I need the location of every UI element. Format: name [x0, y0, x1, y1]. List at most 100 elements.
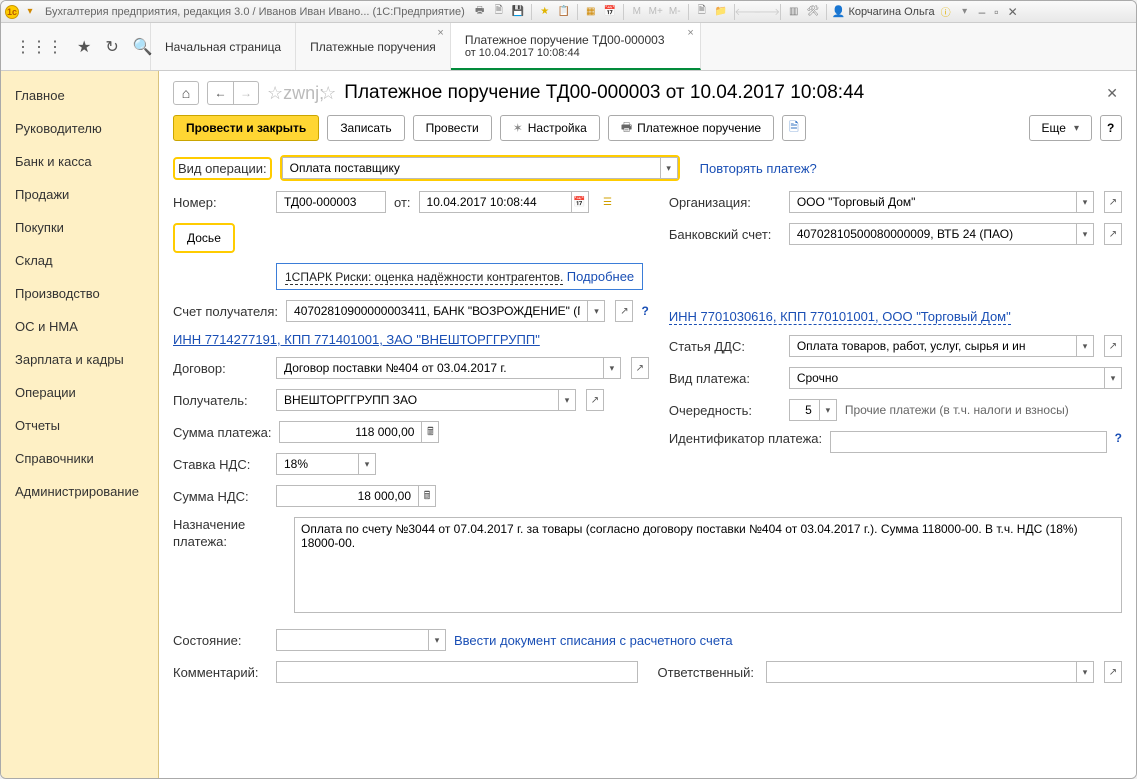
- priority-input[interactable]: [795, 402, 814, 418]
- sidebar-item-refs[interactable]: Справочники: [1, 442, 158, 475]
- bank-account-field[interactable]: [789, 223, 1076, 245]
- sidebar-item-production[interactable]: Производство: [1, 277, 158, 310]
- recipient-field[interactable]: [276, 389, 558, 411]
- tab-payment-orders[interactable]: Платежные поручения ×: [296, 23, 451, 70]
- history-icon[interactable]: ↻: [105, 37, 118, 57]
- recipient-account-input[interactable]: [292, 303, 582, 319]
- contract-input[interactable]: [282, 360, 598, 376]
- folder-icon[interactable]: 📁: [713, 4, 729, 20]
- settings-button[interactable]: Настройка: [500, 115, 600, 141]
- dropdown-icon[interactable]: ▾: [358, 453, 376, 475]
- favorite-toggle-icon[interactable]: ☆: [320, 83, 336, 104]
- open-ref-icon[interactable]: ↗: [615, 300, 633, 322]
- doc-icon[interactable]: 🗎: [694, 4, 710, 20]
- status-field[interactable]: [276, 629, 428, 651]
- favorite-icon[interactable]: ★: [537, 4, 553, 20]
- m-minus-icon[interactable]: M-: [667, 4, 683, 20]
- recipient-inn-link[interactable]: ИНН 7714277191, КПП 771401001, ЗАО "ВНЕШ…: [173, 332, 540, 347]
- comment-input[interactable]: [282, 664, 632, 680]
- payment-type-field[interactable]: [789, 367, 1104, 389]
- sidebar-item-warehouse[interactable]: Склад: [1, 244, 158, 277]
- window-close-icon[interactable]: ✕: [1005, 5, 1021, 19]
- date-field[interactable]: [419, 191, 571, 213]
- org-input[interactable]: [795, 194, 1071, 210]
- dropdown-icon[interactable]: ▾: [603, 357, 621, 379]
- open-ref-icon[interactable]: ↗: [586, 389, 604, 411]
- recipient-input[interactable]: [282, 392, 553, 408]
- print-icon[interactable]: 🖶: [472, 4, 488, 20]
- sidebar-item-hr[interactable]: Зарплата и кадры: [1, 343, 158, 376]
- dropdown-icon[interactable]: ▾: [1104, 367, 1122, 389]
- conduct-button[interactable]: Провести: [413, 115, 492, 141]
- date-input[interactable]: [425, 194, 566, 210]
- contract-field[interactable]: [276, 357, 603, 379]
- open-ref-icon[interactable]: ↗: [1104, 661, 1122, 683]
- m-plus-icon[interactable]: M+: [648, 4, 664, 20]
- date-ext-icon[interactable]: ☰: [599, 191, 617, 213]
- amount-field[interactable]: [279, 421, 421, 443]
- status-input[interactable]: [282, 632, 423, 648]
- sidebar-item-assets[interactable]: ОС и НМА: [1, 310, 158, 343]
- dds-field[interactable]: [789, 335, 1076, 357]
- help-icon[interactable]: ?: [1115, 431, 1122, 445]
- vat-sum-input[interactable]: [282, 488, 413, 504]
- vat-sum-field[interactable]: [276, 485, 418, 507]
- home-button[interactable]: [173, 81, 199, 105]
- m-icon[interactable]: M: [629, 4, 645, 20]
- open-ref-icon[interactable]: ↗: [1104, 223, 1122, 245]
- dropdown-icon[interactable]: ▾: [1076, 191, 1094, 213]
- org-field[interactable]: [789, 191, 1076, 213]
- save-disk-icon[interactable]: 💾: [510, 4, 526, 20]
- sidebar-item-reports[interactable]: Отчеты: [1, 409, 158, 442]
- calculator-icon[interactable]: [421, 421, 439, 443]
- more-button[interactable]: Еще: [1029, 115, 1092, 141]
- dropdown-icon[interactable]: ▾: [819, 399, 837, 421]
- payment-id-field[interactable]: [830, 431, 1107, 453]
- calendar-icon[interactable]: 📅: [602, 4, 618, 20]
- operation-type-input[interactable]: [288, 160, 655, 176]
- bank-account-input[interactable]: [795, 226, 1071, 242]
- sidebar-item-main[interactable]: Главное: [1, 79, 158, 112]
- favorite-toggle-icon[interactable]: ☆zwnj;: [267, 83, 324, 104]
- open-ref-icon[interactable]: ↗: [631, 357, 649, 379]
- responsible-field[interactable]: [766, 661, 1077, 683]
- arrow-right-icon[interactable]: 🡒: [759, 4, 775, 20]
- search-icon[interactable]: 🔍: [133, 37, 153, 57]
- tab-payment-order-doc[interactable]: Платежное поручение ТД00-000003 от 10.04…: [451, 23, 701, 70]
- priority-field[interactable]: [789, 399, 819, 421]
- preview-icon[interactable]: 🗎: [491, 4, 507, 20]
- help-icon[interactable]: ?: [641, 304, 648, 318]
- print-payment-button[interactable]: Платежное поручение: [608, 115, 774, 141]
- apps-icon[interactable]: ⋮⋮⋮: [15, 37, 63, 57]
- sidebar-item-manager[interactable]: Руководителю: [1, 112, 158, 145]
- spark-more-link[interactable]: Подробнее: [567, 269, 634, 284]
- maximize-icon[interactable]: ▫: [991, 5, 1001, 19]
- current-user[interactable]: 👤 Корчагина Ольга: [832, 5, 935, 18]
- open-ref-icon[interactable]: ↗: [1104, 191, 1122, 213]
- star-icon[interactable]: ★: [77, 37, 91, 57]
- dropdown-icon[interactable]: ▾: [1076, 661, 1094, 683]
- dropdown-icon[interactable]: ▾: [1076, 223, 1094, 245]
- save-button[interactable]: Записать: [327, 115, 404, 141]
- tools-icon[interactable]: 🛠: [805, 4, 821, 20]
- open-ref-icon[interactable]: ↗: [1104, 335, 1122, 357]
- sidebar-item-purchases[interactable]: Покупки: [1, 211, 158, 244]
- tab-start-page[interactable]: Начальная страница: [151, 23, 296, 70]
- clipboard-icon[interactable]: 📋: [556, 4, 572, 20]
- calc-icon[interactable]: ▦: [583, 4, 599, 20]
- panels-icon[interactable]: ▥: [786, 4, 802, 20]
- number-field[interactable]: [276, 191, 386, 213]
- number-input[interactable]: [282, 194, 380, 210]
- vat-rate-field[interactable]: [276, 453, 358, 475]
- comment-field[interactable]: [276, 661, 638, 683]
- operation-type-field[interactable]: [282, 157, 660, 179]
- nav-back-button[interactable]: [207, 81, 233, 105]
- dropdown-icon[interactable]: ▾: [587, 300, 605, 322]
- repeat-payment-link[interactable]: Повторять платеж?: [700, 161, 817, 176]
- dropdown-icon[interactable]: ▾: [428, 629, 446, 651]
- sidebar-item-admin[interactable]: Администрирование: [1, 475, 158, 508]
- info-dd-icon[interactable]: ▾: [957, 4, 973, 20]
- payment-id-input[interactable]: [836, 434, 1101, 450]
- responsible-input[interactable]: [772, 664, 1072, 680]
- dropdown-icon[interactable]: ▾: [1076, 335, 1094, 357]
